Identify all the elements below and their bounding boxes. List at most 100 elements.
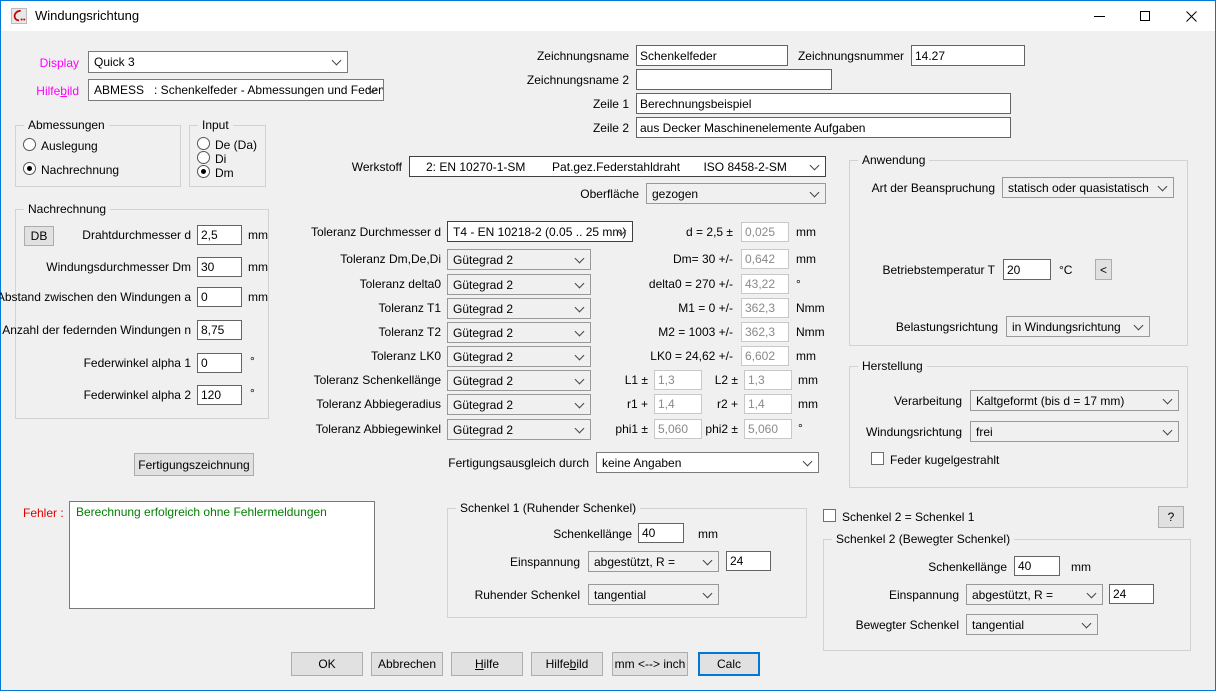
title-bar: Windungsrichtung	[1, 1, 1215, 31]
lk0-value-label: LK0 = 24,62 +/-	[650, 349, 733, 363]
schenkel1-radius-input[interactable]	[726, 551, 771, 571]
schenkel1-einspannung-dropdown[interactable]: abgestützt, R =	[588, 551, 719, 572]
radio-dm[interactable]	[197, 165, 210, 178]
fertigungszeichnung-button[interactable]: Fertigungszeichnung	[134, 453, 254, 476]
toleranz-lk0-dropdown[interactable]: Gütegrad 2	[447, 346, 591, 367]
app-icon	[11, 8, 27, 24]
phi2-value	[744, 419, 792, 439]
anzahl-windungen-input[interactable]	[197, 320, 242, 340]
toleranz-dm-dropdown[interactable]: Gütegrad 2	[447, 249, 591, 270]
zeichnungsname2-input[interactable]	[636, 69, 832, 90]
radio-auslegung-label[interactable]: Auslegung	[41, 139, 98, 153]
beanspruchung-dropdown[interactable]: statisch oder quasistatisch	[1002, 177, 1174, 198]
abbrechen-button[interactable]: Abbrechen	[371, 652, 443, 676]
display-label: Display	[40, 56, 79, 70]
phi1-value	[654, 419, 702, 439]
betriebstemperatur-input[interactable]	[1003, 259, 1051, 280]
drahtdurchmesser-input[interactable]	[197, 225, 242, 245]
d-value-label: d = 2,5 ±	[686, 225, 733, 239]
schenkel1-einspannung-label: Einspannung	[510, 555, 580, 569]
radio-auslegung[interactable]	[23, 138, 36, 151]
r1-label: r1 +	[627, 397, 648, 411]
calc-button[interactable]: Calc	[698, 652, 760, 676]
toleranz-schenkellaenge-dropdown[interactable]: Gütegrad 2	[447, 370, 591, 391]
minimize-button[interactable]	[1076, 2, 1122, 30]
toleranz-t2-dropdown[interactable]: Gütegrad 2	[447, 322, 591, 343]
toleranz-abbiegeradius-dropdown[interactable]: Gütegrad 2	[447, 394, 591, 415]
hilfebild-dropdown[interactable]: ABMESS : Schenkelfeder - Abmessungen und…	[88, 79, 384, 101]
zeile2-input[interactable]	[636, 117, 1011, 138]
delta0-tol-unit: °	[796, 277, 801, 291]
kugelgestrahlt-checkbox[interactable]	[871, 452, 884, 465]
kugelgestrahlt-label[interactable]: Feder kugelgestrahlt	[890, 453, 999, 467]
chevron-down-icon	[704, 557, 711, 564]
schenkel2-copy-checkbox[interactable]	[823, 509, 836, 522]
l-unit: mm	[798, 373, 818, 387]
zeile1-input[interactable]	[636, 93, 1011, 114]
abstand-unit: mm	[248, 290, 268, 304]
werkstoff-dropdown[interactable]: 2: EN 10270-1-SM Pat.gez.Federstahldraht…	[409, 156, 826, 177]
close-button[interactable]	[1168, 2, 1214, 30]
toleranz-durchmesser-label: Toleranz Durchmesser d	[311, 225, 441, 239]
radio-nachrechnung-label[interactable]: Nachrechnung	[41, 163, 119, 177]
fertigungsausgleich-dropdown[interactable]: keine Angaben	[596, 452, 819, 473]
federwinkel2-input[interactable]	[197, 385, 242, 405]
lk0-tol-unit: mm	[796, 349, 816, 363]
fehler-label: Fehler :	[23, 506, 64, 520]
radio-di[interactable]	[197, 151, 210, 164]
chevron-down-icon	[704, 590, 711, 597]
windungsrichtung-dropdown[interactable]: frei	[970, 421, 1179, 442]
toleranz-t1-dropdown[interactable]: Gütegrad 2	[447, 298, 591, 319]
schenkel2-copy-label[interactable]: Schenkel 2 = Schenkel 1	[842, 510, 974, 524]
toleranz-delta0-dropdown[interactable]: Gütegrad 2	[447, 274, 591, 295]
chevron-down-icon	[1164, 396, 1171, 403]
belastungsrichtung-dropdown[interactable]: in Windungsrichtung	[1006, 316, 1150, 337]
zeichnungsname-label: Zeichnungsname	[537, 49, 629, 63]
schenkel2-bewegt-label: Bewegter Schenkel	[856, 618, 959, 632]
l2-value	[744, 370, 792, 390]
fehler-messagebox: Berechnung erfolgreich ohne Fehlermeldun…	[69, 501, 375, 609]
radio-nachrechnung[interactable]	[23, 162, 36, 175]
chevron-down-icon	[333, 57, 340, 64]
zeichnungsname-input[interactable]	[636, 45, 788, 66]
temperature-history-button[interactable]: <	[1095, 259, 1112, 280]
schenkel2-bewegt-dropdown[interactable]: tangential	[966, 614, 1098, 635]
schenkel1-ruhend-dropdown[interactable]: tangential	[588, 584, 719, 605]
hilfebild-button[interactable]: Hilfebild	[531, 652, 603, 676]
maximize-icon	[1140, 11, 1150, 21]
schenkel2-laenge-input[interactable]	[1014, 556, 1060, 576]
radio-de-da[interactable]	[197, 137, 210, 150]
schenkel1-laenge-unit: mm	[698, 527, 718, 541]
chevron-down-icon	[1159, 183, 1166, 190]
zeichnungsnummer-input[interactable]	[911, 45, 1025, 66]
schenkel1-laenge-input[interactable]	[638, 523, 684, 543]
help-question-button[interactable]: ?	[1158, 506, 1184, 528]
ok-button[interactable]: OK	[291, 652, 363, 676]
hilfe-button[interactable]: Hilfe	[451, 652, 523, 676]
toleranz-schenkellaenge-label: Toleranz Schenkellänge	[314, 373, 441, 387]
db-button[interactable]: DB	[24, 226, 54, 246]
radio-dm-label[interactable]: Dm	[215, 166, 234, 180]
toleranz-durchmesser-dropdown[interactable]: T4 - EN 10218-2 (0.05 .. 25 mm)	[447, 221, 633, 242]
verarbeitung-dropdown[interactable]: Kaltgeformt (bis d = 17 mm)	[970, 390, 1179, 411]
schenkel2-radius-input[interactable]	[1109, 584, 1154, 604]
oberflaeche-dropdown[interactable]: gezogen	[646, 183, 826, 204]
windungsdurchmesser-input[interactable]	[197, 257, 242, 277]
schenkel2-einspannung-dropdown[interactable]: abgestützt, R =	[966, 584, 1103, 605]
zeichnungsname2-label: Zeichnungsname 2	[527, 73, 629, 87]
display-dropdown[interactable]: Quick 3	[88, 51, 348, 73]
toleranz-abbiegewinkel-dropdown[interactable]: Gütegrad 2	[447, 419, 591, 440]
chevron-down-icon	[576, 304, 583, 311]
radio-di-label[interactable]: Di	[215, 152, 226, 166]
maximize-button[interactable]	[1122, 2, 1168, 30]
toleranz-dm-label: Toleranz Dm,De,Di	[340, 252, 441, 266]
abmessungen-group-title: Abmessungen	[24, 118, 109, 132]
abstand-input[interactable]	[197, 287, 242, 307]
radio-de-da-label[interactable]: De (Da)	[215, 138, 257, 152]
federwinkel1-input[interactable]	[197, 353, 242, 373]
chevron-down-icon	[1164, 427, 1171, 434]
m2-tol-value	[741, 322, 789, 342]
mm-inch-button[interactable]: mm <--> inch	[612, 652, 688, 676]
federwinkel2-unit: °	[250, 386, 255, 400]
chevron-down-icon	[576, 280, 583, 287]
